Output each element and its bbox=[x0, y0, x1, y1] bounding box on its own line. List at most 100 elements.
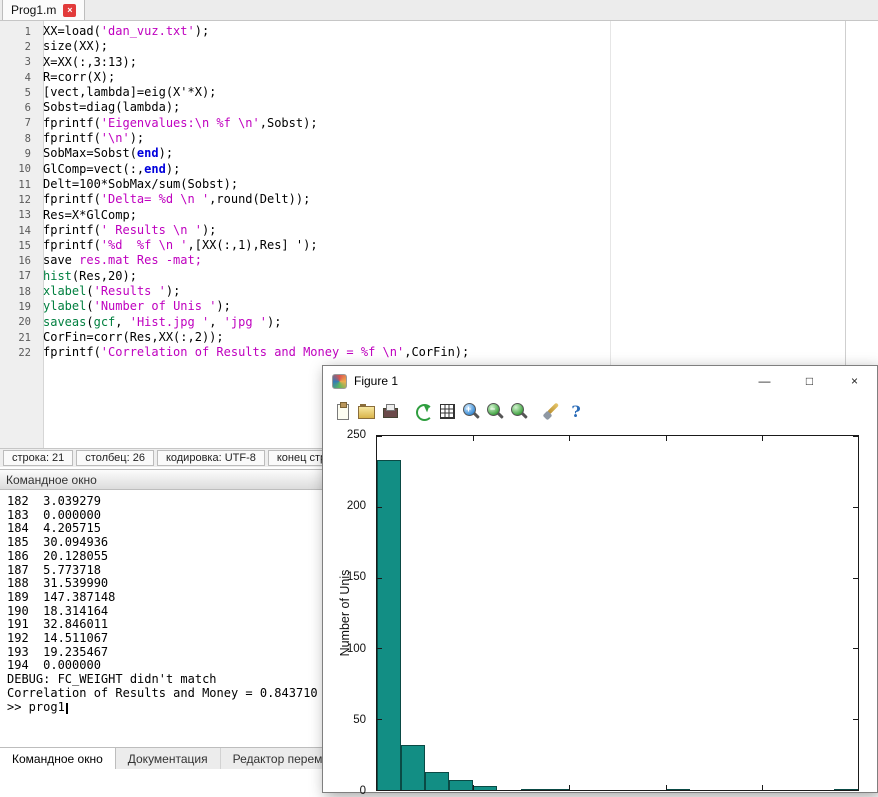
x-tick-mark bbox=[762, 785, 763, 790]
line-number: 5 bbox=[0, 87, 38, 99]
help-icon[interactable]: ? bbox=[566, 401, 586, 421]
code-line: 8fprintf('\n'); bbox=[0, 131, 845, 146]
line-number: 13 bbox=[0, 209, 38, 221]
line-number: 7 bbox=[0, 117, 38, 129]
code-line: 4R=corr(X); bbox=[0, 70, 845, 85]
code-line: 7fprintf('Eigenvalues:\n %f \n',Sobst); bbox=[0, 116, 845, 131]
line-number: 1 bbox=[0, 26, 38, 38]
code-text: fprintf('\n'); bbox=[38, 131, 144, 146]
y-tick-label: 50 bbox=[353, 714, 366, 726]
y-tick-mark bbox=[853, 648, 858, 649]
histogram-bar bbox=[377, 460, 401, 790]
line-number: 4 bbox=[0, 72, 38, 84]
line-number: 16 bbox=[0, 255, 38, 267]
refresh-icon[interactable] bbox=[413, 401, 433, 421]
zoom-out-icon[interactable]: − bbox=[485, 401, 505, 421]
code-text: GlComp=vect(:,end); bbox=[38, 162, 180, 177]
command-window-title: Командное окно bbox=[6, 473, 97, 487]
code-line: 13Res=X*GlComp; bbox=[0, 208, 845, 223]
panel-tab-документация[interactable]: Документация bbox=[116, 748, 221, 769]
y-tick-mark bbox=[853, 436, 858, 437]
tab-close-icon[interactable]: × bbox=[63, 4, 76, 17]
line-number: 2 bbox=[0, 41, 38, 53]
figure-window[interactable]: Figure 1 —□× +−? Number of Unis 05010015… bbox=[322, 365, 878, 793]
grid-icon[interactable] bbox=[437, 401, 457, 421]
minimize-button[interactable]: — bbox=[742, 366, 787, 396]
window-controls: —□× bbox=[742, 366, 877, 396]
wrench-icon[interactable] bbox=[542, 401, 562, 421]
histogram-bar bbox=[425, 772, 449, 790]
y-tick-mark bbox=[377, 790, 382, 791]
code-line: 9SobMax=Sobst(end); bbox=[0, 146, 845, 161]
code-text: save res.mat Res -mat; bbox=[38, 253, 202, 268]
line-number: 9 bbox=[0, 148, 38, 160]
y-tick-label: 0 bbox=[360, 785, 366, 797]
code-text: Res=X*GlComp; bbox=[38, 208, 137, 223]
code-line: 6Sobst=diag(lambda); bbox=[0, 100, 845, 115]
code-line: 18xlabel('Results '); bbox=[0, 284, 845, 299]
figure-titlebar[interactable]: Figure 1 —□× bbox=[323, 366, 877, 396]
y-tick-label: 200 bbox=[347, 500, 366, 512]
panel-tab-командное-окно[interactable]: Командное окно bbox=[0, 748, 116, 769]
y-tick-mark bbox=[377, 436, 382, 437]
y-tick-mark bbox=[853, 578, 858, 579]
code-line: 5[vect,lambda]=eig(X'*X); bbox=[0, 85, 845, 100]
plot-axes[interactable] bbox=[376, 435, 859, 791]
line-number: 14 bbox=[0, 225, 38, 237]
text-caret bbox=[66, 703, 68, 714]
code-text: R=corr(X); bbox=[38, 70, 115, 85]
line-number: 6 bbox=[0, 102, 38, 114]
code-text: ylabel('Number of Unis '); bbox=[38, 299, 231, 314]
code-text: Sobst=diag(lambda); bbox=[38, 100, 180, 115]
line-number: 20 bbox=[0, 316, 38, 328]
x-tick-mark bbox=[666, 436, 667, 441]
editor-tab-bar: Prog1.m × bbox=[0, 0, 878, 21]
y-tick-label: 100 bbox=[347, 643, 366, 655]
histogram-bar bbox=[473, 786, 497, 790]
code-text: size(XX); bbox=[38, 39, 108, 54]
print-icon[interactable] bbox=[380, 401, 400, 421]
code-line: 10GlComp=vect(:,end); bbox=[0, 162, 845, 177]
y-tick-mark bbox=[377, 648, 382, 649]
code-text: Delt=100*SobMax/sum(Sobst); bbox=[38, 177, 238, 192]
line-number: 3 bbox=[0, 56, 38, 68]
code-text: CorFin=corr(Res,XX(:,2)); bbox=[38, 330, 224, 345]
code-text: saveas(gcf, 'Hist.jpg ', 'jpg '); bbox=[38, 315, 281, 330]
status-encoding: кодировка: UTF-8 bbox=[157, 450, 265, 466]
zoom-in-icon[interactable]: + bbox=[461, 401, 481, 421]
histogram-bar bbox=[401, 745, 425, 790]
y-tick-label: 150 bbox=[347, 571, 366, 583]
y-tick-mark bbox=[377, 507, 382, 508]
code-line: 22fprintf('Correlation of Results and Mo… bbox=[0, 345, 845, 360]
code-line: 16save res.mat Res -mat; bbox=[0, 253, 845, 268]
close-button[interactable]: × bbox=[832, 366, 877, 396]
figure-toolbar: +−? bbox=[323, 396, 877, 426]
editor-tab-label: Prog1.m bbox=[11, 3, 56, 17]
code-text: hist(Res,20); bbox=[38, 269, 137, 284]
y-tick-labels: 050100150200250 bbox=[323, 435, 372, 791]
code-line: 15fprintf('%d %f \n ',[XX(:,1),Res] '); bbox=[0, 238, 845, 253]
code-text: [vect,lambda]=eig(X'*X); bbox=[38, 85, 216, 100]
figure-title: Figure 1 bbox=[354, 374, 398, 388]
status-column: столбец: 26 bbox=[76, 450, 154, 466]
editor-tab-prog1[interactable]: Prog1.m × bbox=[2, 0, 85, 20]
code-line: 1XX=load('dan_vuz.txt'); bbox=[0, 24, 845, 39]
x-tick-mark bbox=[569, 785, 570, 790]
x-tick-mark bbox=[666, 785, 667, 790]
line-number: 18 bbox=[0, 286, 38, 298]
code-line: 20saveas(gcf, 'Hist.jpg ', 'jpg '); bbox=[0, 315, 845, 330]
code-text: SobMax=Sobst(end); bbox=[38, 146, 173, 161]
line-number: 22 bbox=[0, 347, 38, 359]
line-number: 17 bbox=[0, 270, 38, 282]
maximize-button[interactable]: □ bbox=[787, 366, 832, 396]
line-number: 15 bbox=[0, 240, 38, 252]
zoom-original-icon[interactable] bbox=[509, 401, 529, 421]
y-tick-mark bbox=[377, 719, 382, 720]
code-text: XX=load('dan_vuz.txt'); bbox=[38, 24, 209, 39]
histogram-bar bbox=[521, 789, 545, 790]
y-tick-mark bbox=[853, 507, 858, 508]
code-line: 19ylabel('Number of Unis '); bbox=[0, 299, 845, 314]
save-icon[interactable] bbox=[356, 401, 376, 421]
line-number: 19 bbox=[0, 301, 38, 313]
paste-icon[interactable] bbox=[332, 401, 352, 421]
